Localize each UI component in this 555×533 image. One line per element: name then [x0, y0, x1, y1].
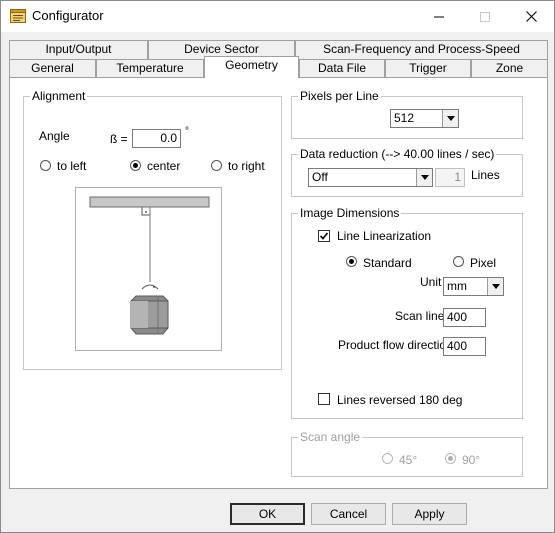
unit-select[interactable]: mm	[443, 277, 504, 296]
tab-general[interactable]: General	[9, 59, 96, 78]
maximize-button	[462, 1, 508, 32]
angle-label: Angle	[39, 129, 70, 143]
alignment-legend: Alignment	[30, 89, 88, 103]
lines-reversed-checkbox[interactable]	[318, 393, 330, 405]
maximize-icon	[480, 11, 490, 22]
radio-pixel[interactable]	[453, 256, 464, 267]
standard-label: Standard	[363, 256, 412, 270]
checkmark-icon	[319, 232, 329, 240]
line-linearization-label: Line Linearization	[337, 229, 432, 243]
angle-input[interactable]: 0.0	[132, 129, 181, 148]
configurator-window: Configurator Input/Output Device Sector …	[0, 0, 555, 533]
tab-label: Data File	[317, 61, 367, 75]
data-reduction-legend: Data reduction (--> 40.00 lines / sec)	[298, 147, 497, 161]
pixels-per-line-value: 512	[394, 111, 415, 125]
pixels-per-line-select[interactable]: 512	[390, 109, 459, 128]
unit-label: Unit	[420, 275, 442, 289]
tab-zone[interactable]: Zone	[471, 59, 548, 78]
apply-button[interactable]: Apply	[392, 503, 467, 525]
tab-label: Input/Output	[45, 42, 112, 56]
tab-label: Scan-Frequency and Process-Speed	[323, 42, 520, 56]
pixel-label: Pixel	[470, 256, 497, 270]
radio-standard[interactable]	[346, 256, 357, 267]
window-title: Configurator	[32, 8, 104, 23]
scan-angle-90-label: 90°	[462, 453, 481, 467]
scan-line-input[interactable]: 400	[443, 308, 486, 327]
to-right-label: to right	[228, 159, 265, 173]
data-reduction-lines-input: 1	[435, 168, 465, 187]
scan-angle-legend: Scan angle	[298, 430, 363, 444]
radio-scan-angle-45	[382, 453, 393, 464]
product-flow-label: Product flow direction	[338, 338, 453, 352]
camera-alignment-diagram	[89, 196, 210, 335]
close-button[interactable]	[508, 1, 554, 32]
chevron-down-icon[interactable]	[416, 169, 432, 186]
pixels-per-line-legend: Pixels per Line	[298, 89, 381, 103]
alignment-illustration	[75, 187, 222, 351]
minimize-button[interactable]	[416, 1, 462, 32]
tab-label: Zone	[495, 61, 524, 75]
tab-label: Device Sector	[184, 42, 259, 56]
line-linearization-checkbox[interactable]	[318, 230, 330, 242]
title-bar[interactable]: Configurator	[1, 1, 554, 32]
tab-label: Trigger	[409, 61, 447, 75]
scan-line-label: Scan line	[395, 309, 445, 323]
tab-trigger[interactable]: Trigger	[385, 59, 471, 78]
minimize-icon	[434, 16, 444, 17]
tab-label: General	[31, 61, 74, 75]
tab-label: Geometry	[225, 58, 278, 72]
to-left-label: to left	[57, 159, 87, 173]
tab-temperature[interactable]: Temperature	[96, 59, 204, 78]
radio-center[interactable]	[130, 160, 141, 171]
radio-to-right[interactable]	[211, 160, 222, 171]
product-flow-input[interactable]: 400	[443, 337, 486, 356]
close-icon	[525, 11, 537, 22]
beta-label: ß =	[110, 132, 128, 146]
data-reduction-value: Off	[312, 170, 328, 184]
radio-scan-angle-90	[445, 453, 456, 464]
scan-angle-45-label: 45°	[399, 453, 418, 467]
chevron-down-icon[interactable]	[487, 278, 503, 295]
data-reduction-select[interactable]: Off	[308, 168, 433, 187]
cancel-button[interactable]: Cancel	[311, 503, 386, 525]
ok-button[interactable]: OK	[230, 503, 305, 525]
radio-to-left[interactable]	[40, 160, 51, 171]
tab-label: Temperature	[116, 61, 184, 75]
chevron-down-icon[interactable]	[442, 110, 458, 127]
lines-label: Lines	[471, 168, 500, 182]
lines-reversed-label: Lines reversed 180 deg	[337, 393, 463, 407]
unit-value: mm	[447, 279, 467, 293]
tab-input-output[interactable]: Input/Output	[9, 40, 148, 59]
degree-symbol: °	[185, 126, 189, 137]
configurator-app-icon	[10, 9, 26, 23]
tab-scan-frequency[interactable]: Scan-Frequency and Process-Speed	[295, 40, 548, 59]
center-label: center	[147, 159, 181, 173]
image-dimensions-legend: Image Dimensions	[298, 206, 402, 220]
tab-data-file[interactable]: Data File	[299, 59, 385, 78]
tab-geometry[interactable]: Geometry	[204, 56, 299, 78]
